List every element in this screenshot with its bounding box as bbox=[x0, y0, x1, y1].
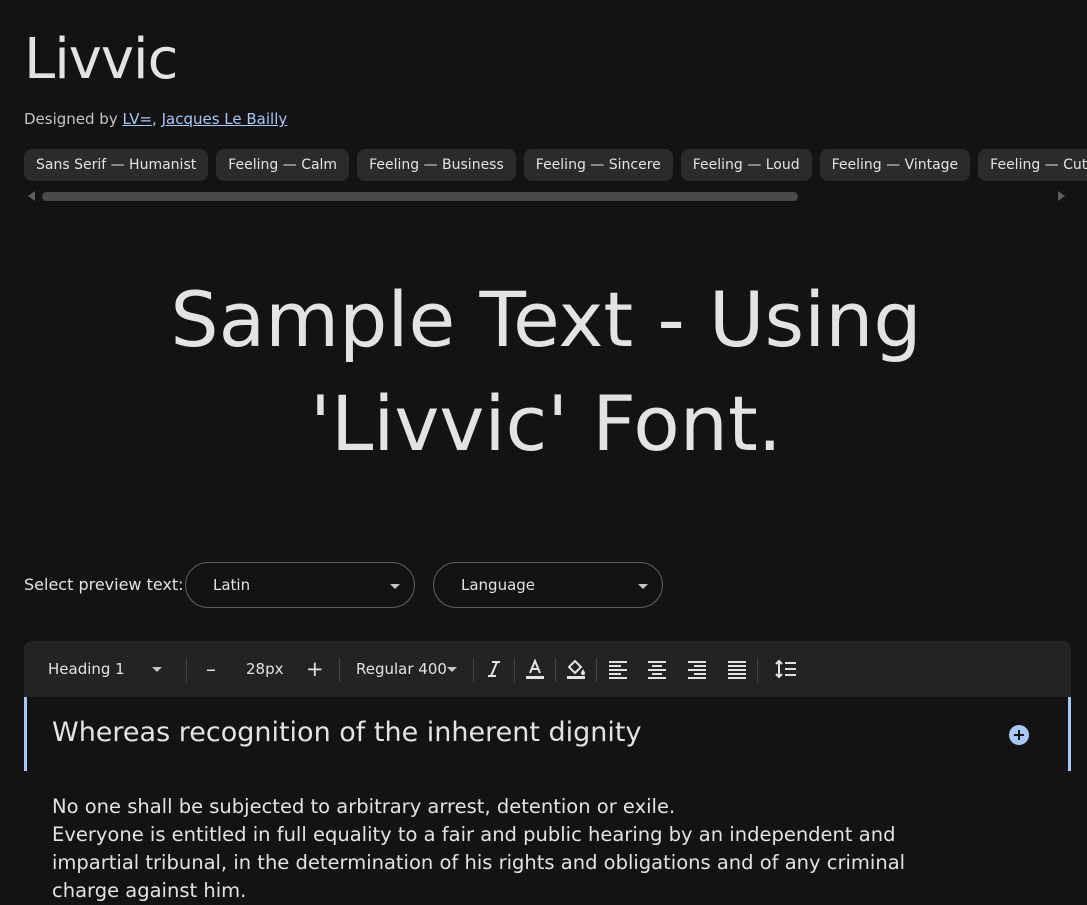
designer-link-jacques-le-bailly[interactable]: Jacques Le Bailly bbox=[162, 110, 288, 128]
tag-list: Sans Serif — Humanist Feeling — Calm Feeli… bbox=[24, 149, 1087, 182]
italic-icon[interactable] bbox=[482, 657, 506, 681]
editable-paragraph[interactable]: No one shall be subjected to arbitrary a… bbox=[52, 793, 932, 905]
paragraph-line: Everyone is entitled in full equality to… bbox=[52, 823, 896, 846]
highlight-color-icon[interactable] bbox=[564, 657, 588, 681]
script-select-value: Latin bbox=[213, 576, 251, 594]
script-select[interactable]: Latin bbox=[185, 562, 415, 608]
text-color-icon[interactable] bbox=[523, 657, 547, 681]
paragraph-line: charge against him. bbox=[52, 879, 247, 902]
align-left-icon[interactable] bbox=[606, 657, 630, 681]
tags-scrollbar-thumb[interactable] bbox=[42, 192, 798, 201]
increase-size-button[interactable]: + bbox=[306, 641, 324, 697]
align-center-icon[interactable] bbox=[645, 657, 669, 681]
tag-chip[interactable]: Feeling — Cute bbox=[978, 149, 1087, 181]
tag-chip[interactable]: Sans Serif — Humanist bbox=[24, 149, 209, 181]
editable-heading-text[interactable]: Whereas recognition of the inherent dign… bbox=[52, 717, 641, 748]
decrease-size-button[interactable]: – bbox=[204, 641, 218, 697]
editor-toolbar: Heading 1 – 28px + Regular 400 bbox=[24, 641, 1071, 697]
toolbar-divider bbox=[473, 658, 474, 682]
sample-text-preview[interactable]: Sample Text - Using 'Livvic' Font. bbox=[40, 268, 1052, 476]
designer-credits: Designed by LV=, Jacques Le Bailly bbox=[24, 110, 287, 128]
toolbar-divider bbox=[757, 658, 758, 682]
tag-chip[interactable]: Feeling — Sincere bbox=[523, 149, 673, 181]
scroll-left-arrow-icon[interactable] bbox=[28, 191, 35, 201]
toolbar-divider bbox=[339, 658, 340, 682]
tag-chip[interactable]: Feeling — Loud bbox=[680, 149, 812, 181]
designed-by-label: Designed by bbox=[24, 110, 123, 128]
paragraph-line: No one shall be subjected to arbitrary a… bbox=[52, 795, 676, 818]
tag-chip[interactable]: Feeling — Business bbox=[357, 149, 516, 181]
toolbar-divider bbox=[186, 658, 187, 682]
language-select-value: Language bbox=[461, 576, 536, 594]
caret-down-icon bbox=[638, 584, 648, 589]
caret-down-icon bbox=[447, 667, 457, 672]
toolbar-divider bbox=[596, 658, 597, 682]
text-style-value: Heading 1 bbox=[48, 660, 125, 678]
align-justify-icon[interactable] bbox=[725, 657, 749, 681]
tag-chip[interactable]: Feeling — Vintage bbox=[819, 149, 971, 181]
font-size-value[interactable]: 28px bbox=[246, 641, 284, 697]
caret-down-icon bbox=[152, 667, 162, 672]
language-select[interactable]: Language bbox=[433, 562, 663, 608]
editable-heading-row[interactable]: Whereas recognition of the inherent dign… bbox=[24, 697, 1071, 771]
line-spacing-icon[interactable] bbox=[774, 657, 798, 681]
caret-down-icon bbox=[390, 584, 400, 589]
designer-separator: , bbox=[152, 110, 162, 128]
toolbar-divider bbox=[555, 658, 556, 682]
toolbar-divider bbox=[514, 658, 515, 682]
tag-chip[interactable]: Feeling — Calm bbox=[216, 149, 350, 181]
text-style-dropdown[interactable]: Heading 1 bbox=[48, 641, 188, 697]
paragraph-line: impartial tribunal, in the determination… bbox=[52, 851, 906, 874]
designer-link-lv[interactable]: LV= bbox=[122, 110, 152, 128]
preview-text-label: Select preview text: bbox=[24, 575, 184, 594]
add-circle-icon[interactable] bbox=[1009, 725, 1029, 745]
font-weight-dropdown[interactable]: Regular 400 bbox=[356, 641, 466, 697]
align-right-icon[interactable] bbox=[685, 657, 709, 681]
font-title: Livvic bbox=[24, 27, 178, 92]
scroll-right-arrow-icon[interactable] bbox=[1058, 191, 1065, 201]
font-weight-value: Regular 400 bbox=[356, 660, 447, 678]
